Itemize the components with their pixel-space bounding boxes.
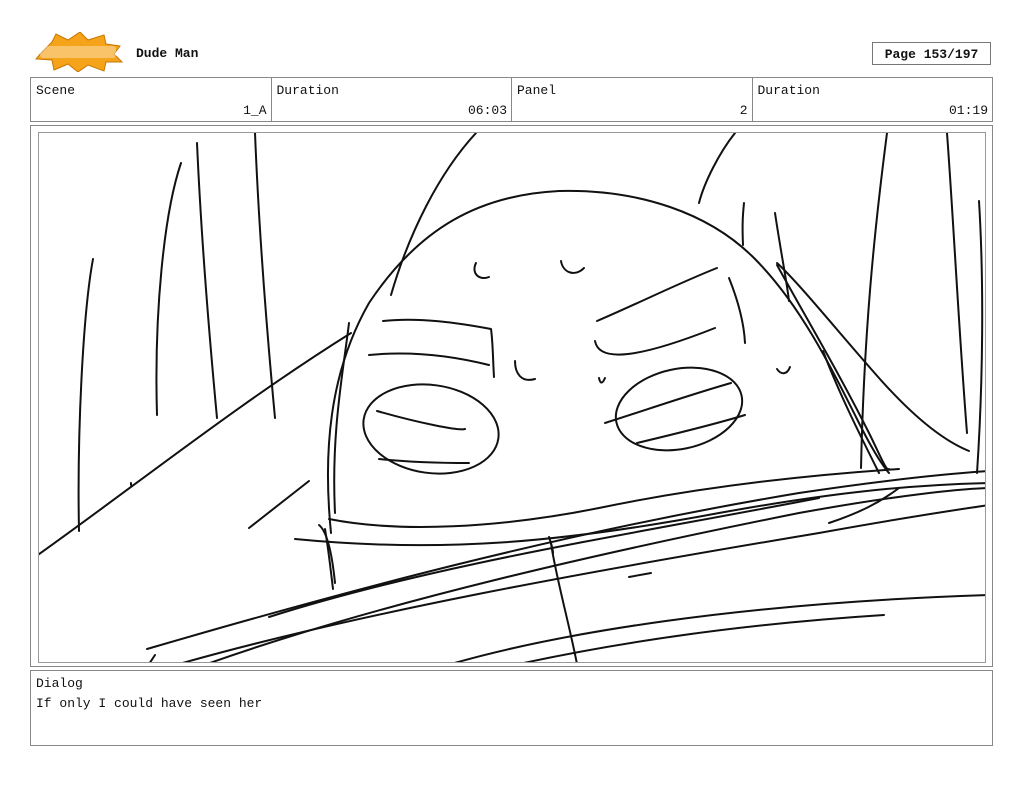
character-cheek-left (362, 383, 500, 475)
sketch-stroke (946, 133, 968, 434)
sketch-stroke (77, 258, 94, 532)
sketch-stroke (209, 487, 985, 662)
sketch-stroke (976, 200, 984, 474)
panel-label: Panel (517, 83, 557, 98)
sketch-stroke (376, 410, 466, 431)
sketch-stroke (268, 497, 820, 618)
scene-info-row: Scene 1_A Duration 06:03 Panel 2 Duratio… (30, 77, 993, 122)
dialog-box: Dialog If only I could have seen her (30, 670, 993, 746)
dialog-text: If only I could have seen her (36, 696, 263, 711)
sketch-stroke (776, 366, 791, 375)
sketch-stroke (248, 480, 310, 529)
sketch-stroke (454, 594, 985, 662)
character-cheek-right (614, 366, 744, 452)
panel-duration-label: Duration (757, 83, 820, 98)
sketch-stroke (560, 260, 585, 274)
page-counter: Page 153/197 (872, 42, 991, 65)
scene-duration-value: 06:03 (467, 103, 507, 118)
sketch-stroke (39, 332, 352, 556)
sketch-stroke (604, 382, 732, 424)
sketch-stroke (368, 352, 490, 366)
sketch-stroke (774, 212, 790, 302)
sketch-stroke (860, 133, 888, 469)
scene-value: 1_A (243, 103, 267, 118)
sketch-stroke (294, 482, 985, 547)
character-brow-left (382, 318, 495, 378)
sketch-stroke (636, 414, 746, 444)
sketch-stroke (254, 133, 276, 419)
sketch-stroke (628, 572, 652, 578)
character-brow-right (596, 267, 718, 322)
sketch-stroke (548, 536, 554, 554)
sketch-stroke (698, 133, 736, 204)
sketch-stroke (728, 277, 746, 344)
sketch-stroke (196, 142, 218, 419)
dialog-label: Dialog (36, 676, 83, 691)
sketch-stroke (318, 524, 336, 584)
sketch-stroke (155, 162, 182, 416)
sketch-stroke (598, 377, 606, 384)
panel-duration-value: 01:19 (948, 103, 988, 118)
sketch-stroke (514, 360, 536, 381)
sketch-stroke (776, 264, 890, 471)
character-head-outline (326, 189, 890, 534)
panel-value: 2 (739, 103, 748, 118)
sketch-stroke (594, 327, 716, 356)
sketch-stroke (182, 504, 985, 662)
scene-label: Scene (36, 83, 76, 98)
scene-cell: Scene 1_A (31, 78, 272, 121)
panel-cell: Panel 2 (512, 78, 753, 121)
toonboom-logo (34, 31, 124, 73)
scene-duration-cell: Duration 06:03 (272, 78, 512, 121)
sketch-stroke (149, 654, 156, 662)
sketch-stroke (146, 470, 985, 650)
sketch-stroke (523, 614, 885, 662)
panel-duration-cell: Duration 01:19 (753, 78, 993, 121)
scene-duration-label: Duration (276, 83, 339, 98)
sketch-stroke (741, 202, 745, 246)
sketch-stroke (473, 262, 490, 279)
sketch-stroke (776, 262, 970, 452)
project-title: Dude Man (136, 46, 199, 61)
storyboard-panel-drawing (38, 132, 986, 663)
